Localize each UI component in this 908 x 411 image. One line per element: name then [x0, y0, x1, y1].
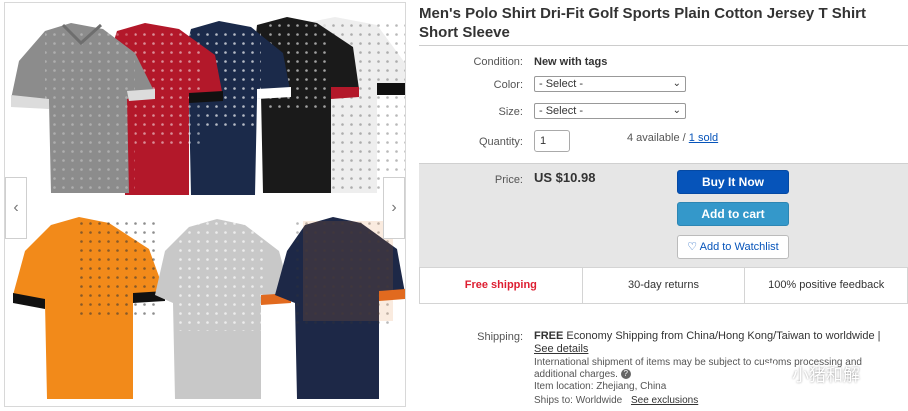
shirt-orange — [13, 217, 165, 399]
image-gallery[interactable]: ‹ › — [4, 2, 406, 407]
wechat-icon — [760, 363, 785, 383]
buy-it-now-button[interactable]: Buy It Now — [677, 170, 789, 194]
chevron-down-icon: ⌄ — [672, 105, 681, 116]
watchlist-label: Add to Watchlist — [699, 241, 779, 253]
chevron-left-icon: ‹ — [13, 199, 19, 216]
product-page: ‹ › Men's Polo Shirt Dri-Fit Golf Sports… — [0, 0, 908, 411]
add-to-watchlist-button[interactable]: ♡ Add to Watchlist — [677, 235, 789, 259]
sold-link[interactable]: 1 sold — [689, 132, 718, 144]
shipping-free: FREE — [534, 330, 564, 342]
condition-label: Condition: — [473, 56, 523, 68]
size-select-value: - Select - — [539, 105, 584, 117]
quantity-input[interactable]: 1 — [534, 130, 570, 152]
title-divider — [419, 45, 908, 46]
condition-value: New with tags — [534, 56, 608, 68]
available-count: 4 available / — [627, 132, 686, 144]
shipping-label: Shipping: — [477, 331, 523, 343]
feedback-badge: 100% positive feedback — [768, 279, 885, 291]
price-value: US $10.98 — [534, 170, 596, 185]
heart-icon: ♡ — [687, 241, 698, 253]
shirt-light-gray — [155, 219, 291, 399]
see-details-link[interactable]: See details — [534, 343, 588, 355]
color-select[interactable]: - Select - ⌄ — [534, 76, 686, 92]
shirt-dark-navy — [275, 217, 405, 399]
product-image — [11, 17, 405, 399]
add-to-cart-button[interactable]: Add to cart — [677, 202, 789, 226]
see-exclusions-link[interactable]: See exclusions — [631, 395, 698, 406]
color-select-value: - Select - — [539, 78, 584, 90]
product-title: Men's Polo Shirt Dri-Fit Golf Sports Pla… — [419, 5, 866, 41]
chevron-down-icon: ⌄ — [672, 78, 681, 89]
shipping-summary: FREE Economy Shipping from China/Hong Ko… — [534, 330, 881, 342]
shirt-gray — [11, 23, 155, 193]
ships-to-text: Ships to: Worldwide — [534, 395, 623, 406]
prev-image-button[interactable]: ‹ — [5, 177, 27, 239]
quantity-label: Quantity: — [478, 136, 523, 148]
size-select[interactable]: - Select - ⌄ — [534, 103, 686, 119]
color-label: Color: — [493, 79, 523, 91]
help-icon[interactable]: ? — [620, 369, 631, 380]
next-image-button[interactable]: › — [383, 177, 405, 239]
ships-to: Ships to: Worldwide See exclusions — [534, 395, 698, 406]
returns-badge: 30-day returns — [583, 268, 746, 303]
availability: 4 available / 1 sold — [627, 132, 718, 144]
chevron-right-icon: › — [391, 199, 397, 216]
item-location: Item location: Zhejiang, China — [534, 381, 667, 392]
price-label: Price: — [494, 174, 523, 186]
info-strip: Free shipping 30-day returns 100% positi… — [419, 267, 908, 304]
shipping-economy: Economy Shipping from China/Hong Kong/Ta… — [566, 330, 881, 342]
size-label: Size: — [498, 106, 523, 118]
watermark: 小猪和解 — [760, 360, 860, 386]
watermark-text: 小猪和解 — [792, 365, 860, 385]
free-shipping-badge: Free shipping — [420, 268, 583, 303]
